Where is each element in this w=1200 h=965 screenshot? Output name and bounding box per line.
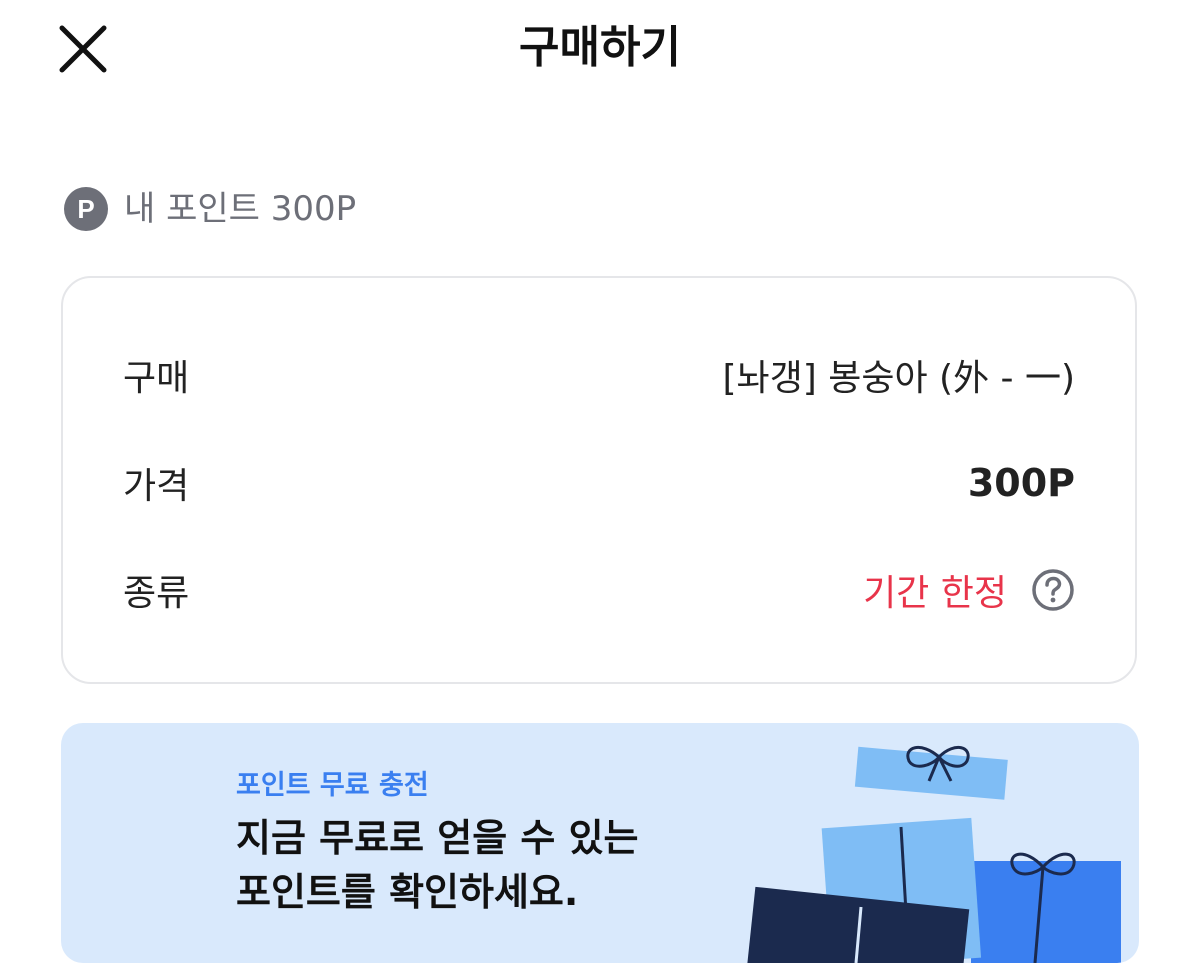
page-title: 구매하기 [519,22,681,73]
info-row-type: 종류 기간 한정 [123,560,1075,620]
points-label: 내 포인트 300P [124,189,357,229]
purchase-screen: 구매하기 P 내 포인트 300P 구매 [놔갱] 봉숭아 (外 - 一) 가격… [0,0,1200,965]
my-points: P 내 포인트 300P [64,186,356,232]
header: 구매하기 [0,0,1200,100]
gift-boxes-illustration [746,746,1121,963]
banner-title: 지금 무료로 얻을 수 있는 포인트를 확인하세요. [236,811,639,919]
item-label: 구매 [123,358,190,399]
purchase-info-card: 구매 [놔갱] 봉숭아 (外 - 一) 가격 300P 종류 기간 한정 [61,276,1137,684]
blue-gift-icon [971,861,1121,963]
price-label: 가격 [123,466,190,507]
svg-text:P: P [77,194,94,224]
question-circle-icon[interactable] [1031,568,1075,612]
banner-title-line1: 지금 무료로 얻을 수 있는 [236,816,639,860]
info-row-price: 가격 300P [123,453,1075,513]
price-value: 300P [967,461,1075,505]
points-icon: P [64,187,108,231]
info-row-item: 구매 [놔갱] 봉숭아 (外 - 一) [123,345,1075,405]
banner-subtitle: 포인트 무료 충전 [236,770,429,801]
limited-time-badge: 기간 한정 [863,573,1007,614]
banner-title-line2: 포인트를 확인하세요. [236,870,579,914]
type-value: 기간 한정 [863,564,1075,616]
item-value: [놔갱] 봉숭아 (外 - 一) [722,358,1075,399]
free-points-banner[interactable]: 포인트 무료 충전 지금 무료로 얻을 수 있는 포인트를 확인하세요. [61,723,1139,963]
type-label: 종류 [123,573,190,614]
